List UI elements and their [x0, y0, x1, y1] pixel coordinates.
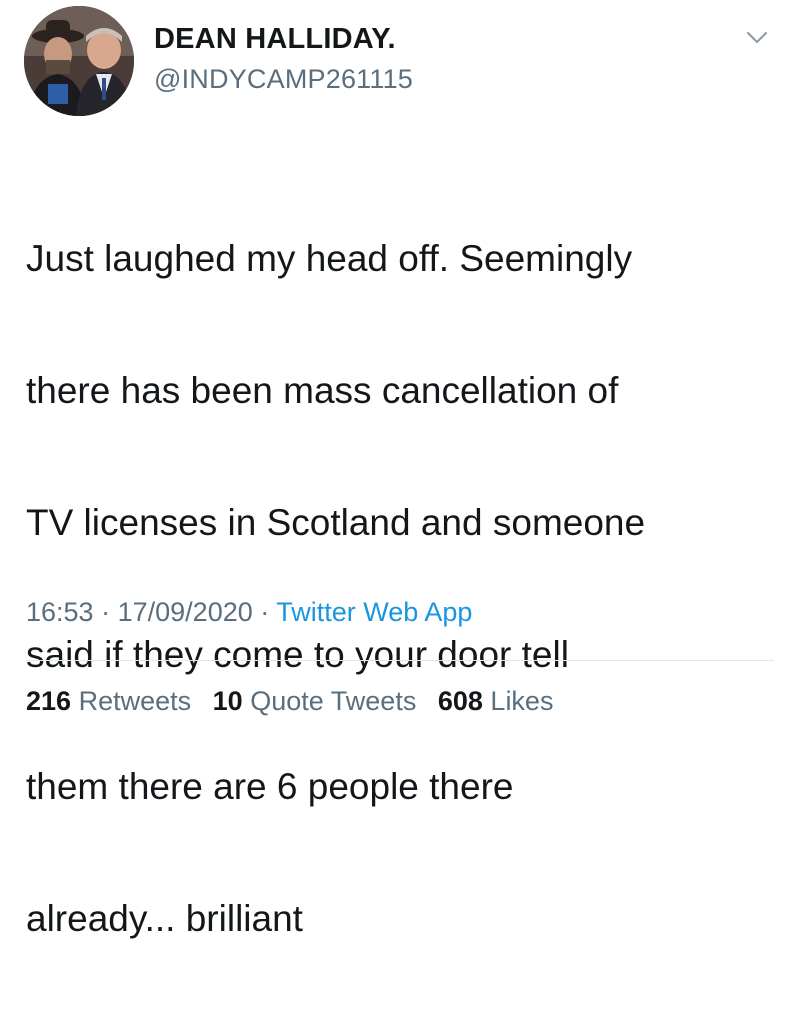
likes-stat[interactable]: 608 Likes — [438, 686, 554, 716]
chevron-down-icon[interactable] — [744, 24, 770, 50]
retweets-stat[interactable]: 216 Retweets — [26, 686, 199, 716]
tweet-text-line: Just laughed my head off. Seemingly — [26, 238, 633, 279]
tweet-text-line: said if they come to your door tell — [26, 634, 569, 675]
tweet-meta: 16:53 · 17/09/2020 · Twitter Web App — [26, 594, 472, 630]
quote-tweets-count: 10 — [212, 686, 243, 716]
avatar-photo — [24, 6, 134, 116]
tweet-date[interactable]: 17/09/2020 — [118, 597, 253, 627]
avatar[interactable] — [24, 6, 134, 116]
author-display-name[interactable]: DEAN HALLIDAY. — [154, 22, 413, 56]
tweet-text-line: there has been mass cancellation of — [26, 370, 619, 411]
tweet-text: Just laughed my head off. Seemingly ther… — [26, 160, 776, 1018]
tweet-source-link[interactable]: Twitter Web App — [276, 597, 472, 627]
tweet-text-line: them there are 6 people there — [26, 766, 514, 807]
author-block[interactable]: DEAN HALLIDAY. @INDYCAMP261115 — [154, 22, 413, 96]
quote-tweets-label: Quote Tweets — [250, 686, 417, 716]
author-handle[interactable]: @INDYCAMP261115 — [154, 62, 413, 96]
tweet-stats: 216 Retweets 10 Quote Tweets 608 Likes — [26, 683, 567, 719]
divider — [26, 660, 774, 661]
likes-count: 608 — [437, 686, 483, 716]
retweets-count: 216 — [26, 686, 72, 716]
likes-label: Likes — [490, 686, 554, 716]
tweet-card: DEAN HALLIDAY. @INDYCAMP261115 Just laug… — [0, 0, 800, 939]
tweet-text-line: already... brilliant — [26, 898, 303, 939]
retweets-label: Retweets — [78, 686, 192, 716]
meta-separator: · — [101, 597, 111, 627]
tweet-text-line: TV licenses in Scotland and someone — [26, 502, 646, 543]
tweet-time[interactable]: 16:53 — [26, 597, 94, 627]
meta-separator: · — [260, 597, 270, 627]
quote-tweets-stat[interactable]: 10 Quote Tweets — [213, 686, 424, 716]
